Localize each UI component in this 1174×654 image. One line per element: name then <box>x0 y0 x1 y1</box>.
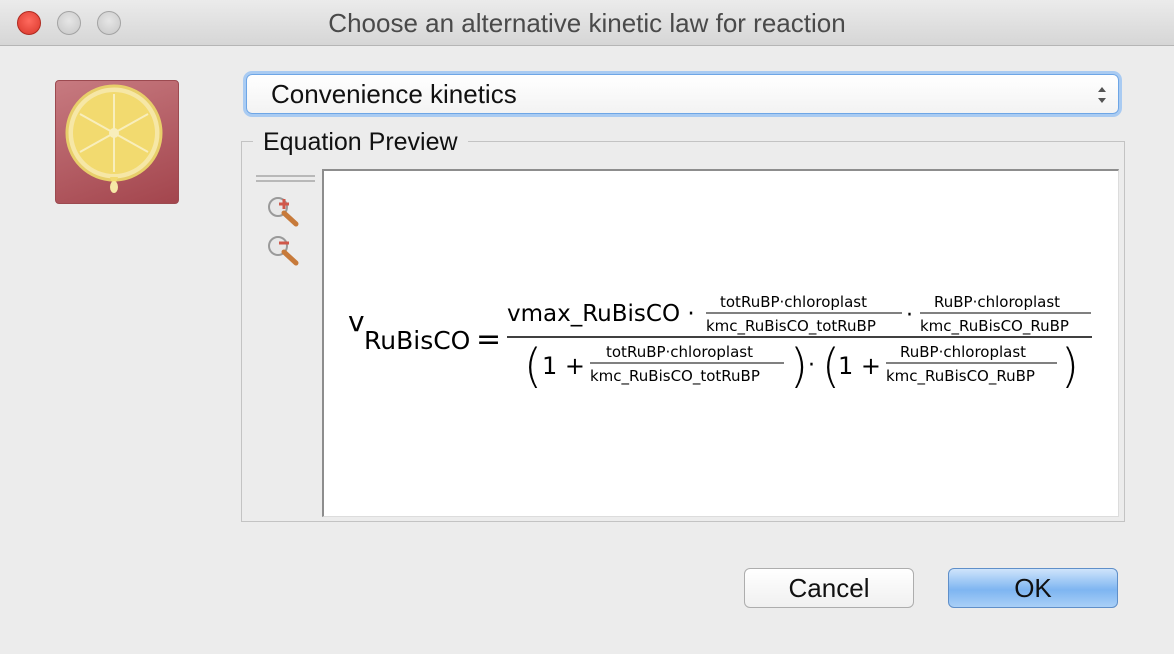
toolbar-grip[interactable] <box>256 175 315 182</box>
window-title: Choose an alternative kinetic law for re… <box>328 8 846 38</box>
den-frac2-den: kmc_RuBisCO_RuBP <box>886 367 1035 386</box>
zoom-out-icon <box>268 236 299 266</box>
dialog-window: Choose an alternative kinetic law for re… <box>0 0 1174 654</box>
numerator-frac1-den: kmc_RuBisCO_totRuBP <box>706 317 876 336</box>
den-dot: · <box>808 353 815 378</box>
zoom-in-button[interactable] <box>264 193 304 229</box>
kinetic-law-select[interactable]: Convenience kinetics <box>246 74 1119 114</box>
equation-preview-legend: Equation Preview <box>253 126 468 158</box>
den-paren-close-1: ) <box>790 339 808 393</box>
rate-subscript: RuBisCO <box>364 326 470 355</box>
zoom-in-icon <box>268 197 299 227</box>
numerator-frac2-num: RuBP·chloroplast <box>934 293 1060 311</box>
equation-formula: v RuBisCO = vmax_RuBisCO · totRuBP·chlor… <box>348 293 1092 393</box>
ok-button[interactable]: OK <box>948 568 1118 608</box>
equation-preview-pane: v RuBisCO = vmax_RuBisCO · totRuBP·chlor… <box>322 169 1119 517</box>
den-paren-open-1: ( <box>524 339 542 393</box>
den-frac1-num: totRuBP·chloroplast <box>606 343 753 361</box>
den-one-plus-1: 1 + <box>542 352 585 380</box>
den-paren-close-2: ) <box>1061 339 1079 393</box>
numerator-vmax: vmax_RuBisCO · <box>507 301 695 327</box>
zoom-out-button[interactable] <box>264 232 304 268</box>
numerator-frac1-num: totRuBP·chloroplast <box>720 293 867 311</box>
select-arrows-icon <box>1098 87 1106 103</box>
title-bar: Choose an alternative kinetic law for re… <box>0 0 1174 46</box>
numerator-frac2-den: kmc_RuBisCO_RuBP <box>920 317 1069 336</box>
den-frac1-den: kmc_RuBisCO_totRuBP <box>590 367 760 386</box>
rate-symbol: v <box>348 305 365 338</box>
equals-sign: = <box>476 322 501 357</box>
numerator-dot: · <box>906 303 913 328</box>
kinetic-law-select-value: Convenience kinetics <box>271 79 517 109</box>
lemon-logo-icon <box>55 80 179 204</box>
den-one-plus-2: 1 + <box>838 352 881 380</box>
den-frac2-num: RuBP·chloroplast <box>900 343 1026 361</box>
cancel-button[interactable]: Cancel <box>744 568 914 608</box>
